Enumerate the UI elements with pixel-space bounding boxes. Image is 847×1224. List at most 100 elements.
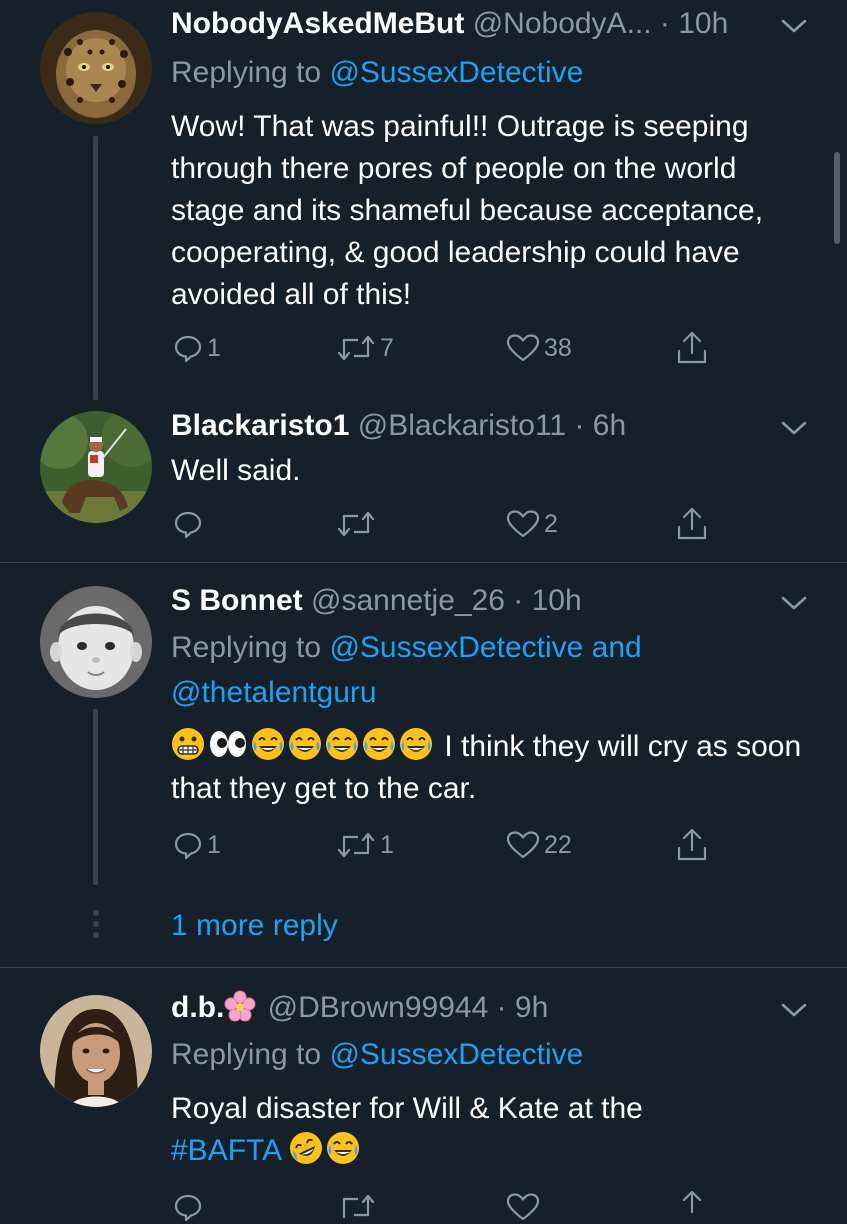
like-count: 22	[544, 830, 572, 859]
display-name[interactable]: S Bonnet	[171, 584, 303, 617]
joy-emoji-icon	[289, 728, 321, 760]
user-handle[interactable]: @sannetje_26	[311, 584, 505, 617]
reply-count: 1	[207, 333, 221, 362]
share-button[interactable]	[676, 1190, 708, 1224]
tweet-blackaristo1[interactable]: Blackaristo1 @Blackaristo11 · 6h Well sa…	[0, 400, 847, 562]
reply-icon	[174, 335, 202, 363]
share-icon	[677, 507, 707, 540]
avatar-woman[interactable]	[40, 995, 152, 1107]
heart-icon	[506, 831, 540, 859]
baby-avatar-image	[40, 586, 152, 698]
display-name[interactable]: Blackaristo1	[171, 409, 349, 442]
cherry-blossom-icon	[224, 990, 256, 1022]
thread-line	[93, 709, 98, 885]
share-button[interactable]	[676, 507, 708, 541]
retweet-button[interactable]: 1	[336, 828, 394, 862]
reply-button[interactable]: 1	[173, 331, 221, 365]
retweet-button[interactable]	[336, 507, 380, 541]
tweet-text-content: Royal disaster for Will & Kate at the	[171, 1092, 643, 1125]
leopard-avatar-image	[40, 12, 152, 124]
reply-count: 1	[207, 830, 221, 859]
polo-avatar-image	[40, 411, 152, 523]
replying-to: Replying to @SussexDetective	[171, 50, 807, 95]
heart-icon	[506, 334, 540, 362]
share-icon	[677, 828, 707, 861]
reply-button[interactable]	[173, 1190, 203, 1224]
replying-prefix: Replying to	[171, 1038, 322, 1071]
rofl-emoji-icon	[289, 1132, 322, 1164]
display-name[interactable]: d.b.	[171, 991, 224, 1024]
joy-emojis	[251, 728, 436, 763]
chevron-down-icon[interactable]	[780, 418, 808, 438]
chevron-down-icon[interactable]	[780, 1000, 808, 1020]
reply-icon	[174, 1194, 202, 1222]
timestamp[interactable]: · 10h	[513, 584, 581, 617]
joy-emoji-icon	[252, 728, 284, 760]
grimacing-emoji-icon	[172, 728, 204, 760]
like-count: 2	[544, 509, 558, 538]
heart-icon	[506, 510, 540, 538]
show-more-replies-link[interactable]: 1 more reply	[171, 908, 338, 944]
chevron-down-icon[interactable]	[780, 593, 808, 613]
joy-emoji-icon	[326, 728, 358, 760]
retweet-count: 1	[380, 830, 394, 859]
share-button[interactable]	[676, 828, 708, 862]
joy-emoji-icon	[326, 1132, 359, 1164]
joy-emoji-icon	[400, 728, 432, 760]
mention-link[interactable]: @thetalentguru	[171, 676, 377, 709]
tweet-header: S Bonnet @sannetje_26 · 10h	[171, 583, 777, 619]
display-name[interactable]: NobodyAskedMeBut	[171, 7, 464, 40]
retweet-icon	[342, 1194, 375, 1218]
replying-to: Replying to @SussexDetective and @thetal…	[171, 625, 807, 715]
reply-button[interactable]: 1	[173, 828, 221, 862]
retweet-icon	[337, 511, 375, 537]
share-icon	[682, 1190, 702, 1214]
thread-line	[93, 136, 98, 400]
mention-link[interactable]: @SussexDetective	[329, 631, 583, 664]
timestamp[interactable]: · 10h	[660, 7, 728, 40]
user-handle[interactable]: @Blackaristo11	[358, 409, 566, 442]
woman-avatar-image	[40, 995, 152, 1107]
chevron-down-icon[interactable]	[780, 16, 808, 36]
more-replies-dots	[93, 910, 101, 943]
tweet-text: Well said.	[171, 454, 301, 487]
mention-and: and	[591, 631, 642, 664]
like-count: 38	[544, 333, 572, 362]
tweet-db[interactable]: d.b. @DBrown99944 · 9h Replying to @Suss…	[0, 968, 847, 1222]
retweet-icon	[337, 335, 375, 361]
scrollbar[interactable]	[834, 152, 840, 244]
like-button[interactable]	[506, 1190, 540, 1224]
avatar-baby[interactable]	[40, 586, 152, 698]
tweet-text: Wow! That was painful!! Outrage is seepi…	[171, 110, 764, 311]
tweet-s-bonnet[interactable]: S Bonnet @sannetje_26 · 10h Replying to …	[0, 563, 847, 967]
tweet-text: Royal disaster for Will & Kate at the #B…	[171, 1088, 811, 1172]
share-button[interactable]	[676, 331, 708, 365]
hashtag-link[interactable]: #BAFTA	[171, 1134, 280, 1167]
avatar-polo[interactable]	[40, 411, 152, 523]
timestamp[interactable]: · 9h	[497, 991, 549, 1024]
tweet-header: NobodyAskedMeBut @NobodyA... · 10h	[171, 6, 777, 42]
mention-link[interactable]: @SussexDetective	[329, 1038, 583, 1071]
tweet-header: Blackaristo1 @Blackaristo11 · 6h	[171, 408, 777, 444]
emoji-row	[171, 728, 444, 763]
like-button[interactable]: 22	[506, 828, 572, 862]
avatar-leopard[interactable]	[40, 12, 152, 124]
like-button[interactable]: 38	[506, 331, 572, 365]
reply-button[interactable]	[173, 507, 207, 541]
mention-link[interactable]: @SussexDetective	[329, 56, 583, 89]
user-handle[interactable]: @NobodyA...	[473, 7, 652, 40]
share-icon	[677, 331, 707, 364]
tweet-text: I think they will cry as soon that they …	[171, 726, 811, 810]
retweet-icon	[337, 832, 375, 858]
tweet-nobodyaskedmebut[interactable]: NobodyAskedMeBut @NobodyA... · 10h Reply…	[0, 0, 847, 400]
retweet-button[interactable]: 7	[336, 331, 394, 365]
like-button[interactable]: 2	[506, 507, 558, 541]
heart-icon	[506, 1193, 540, 1221]
reply-icon	[174, 832, 202, 860]
retweet-button[interactable]	[336, 1190, 376, 1224]
joy-emoji-icon	[363, 728, 395, 760]
replying-prefix: Replying to	[171, 631, 322, 664]
user-handle[interactable]: @DBrown99944	[268, 991, 489, 1024]
eyes-emoji-icon	[210, 731, 246, 757]
timestamp[interactable]: · 6h	[574, 409, 626, 442]
